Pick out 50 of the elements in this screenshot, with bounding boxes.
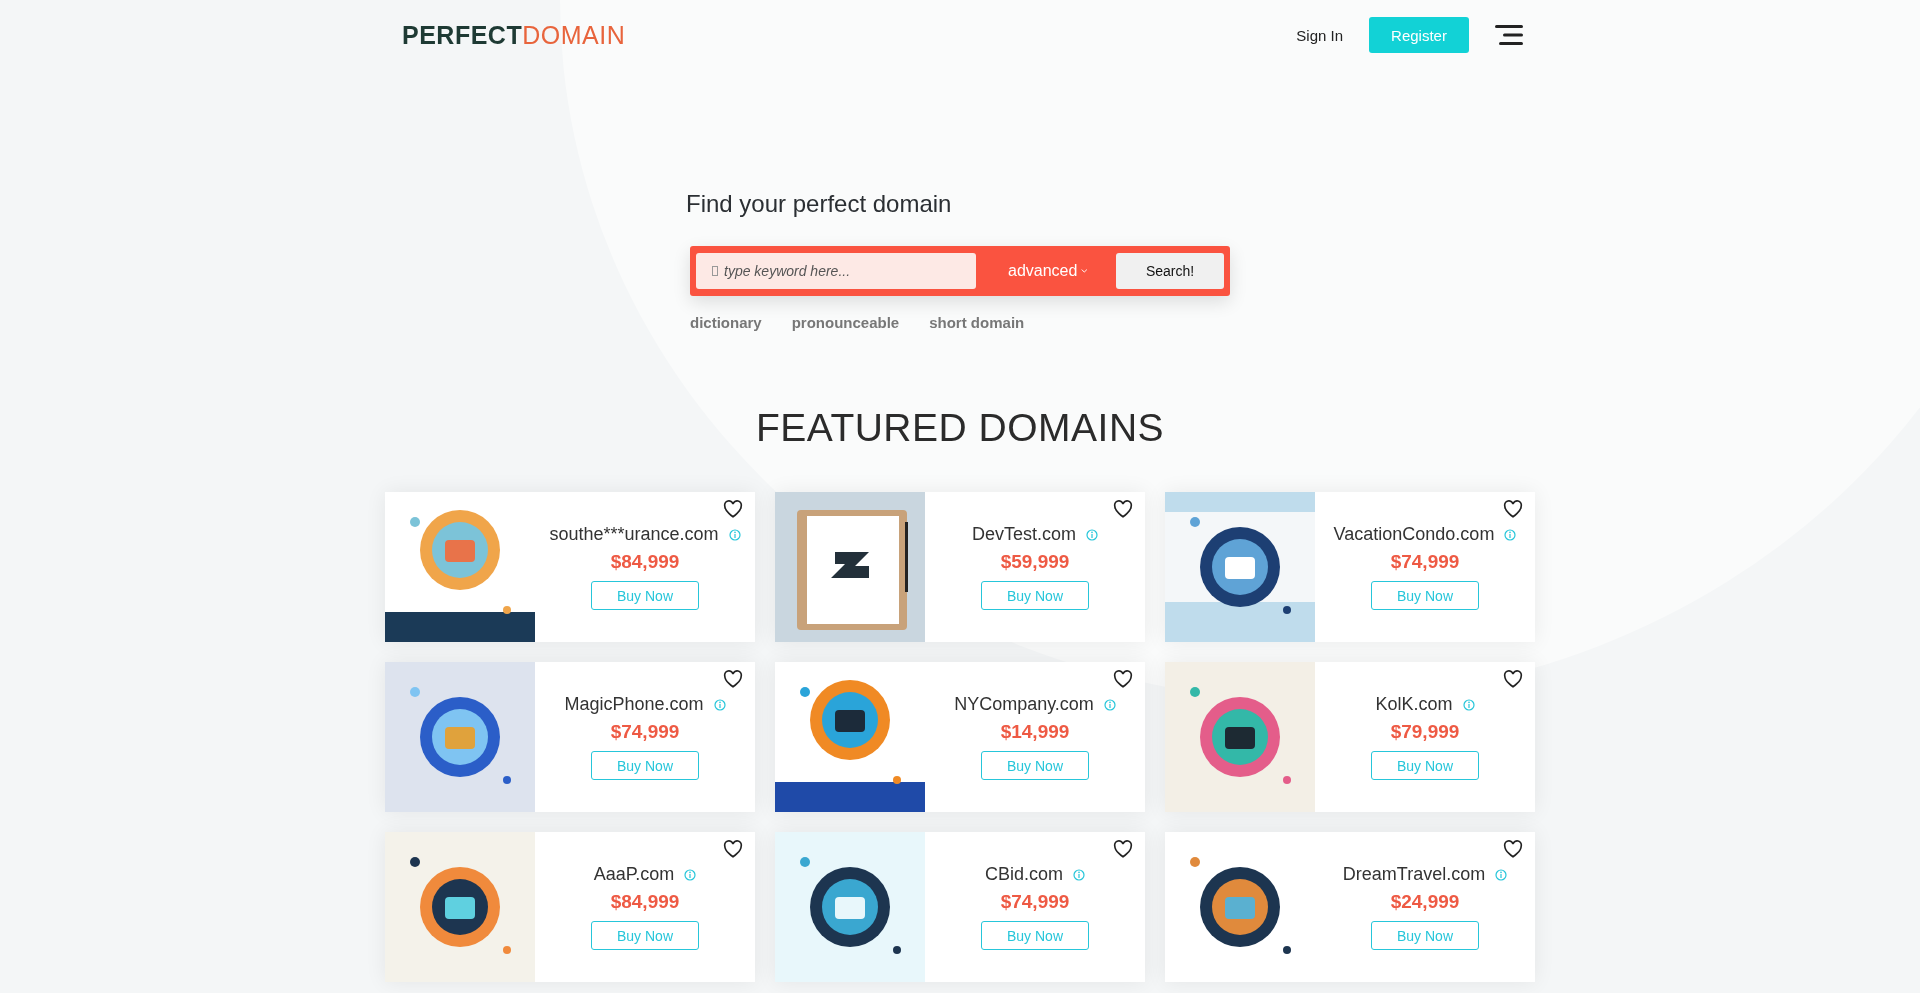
buy-now-button[interactable]: Buy Now <box>591 751 699 780</box>
search-field[interactable]: type keyword here... <box>696 253 976 289</box>
buy-now-button[interactable]: Buy Now <box>1371 751 1479 780</box>
heart-icon[interactable] <box>1503 500 1523 518</box>
register-button[interactable]: Register <box>1369 17 1469 53</box>
buy-now-button[interactable]: Buy Now <box>981 751 1089 780</box>
filter-link[interactable]: short domain <box>929 314 1025 331</box>
advanced-dropdown[interactable]: advanced <box>1002 261 1094 281</box>
heart-icon[interactable] <box>1113 840 1133 858</box>
domain-name: CBid.com <box>985 864 1063 885</box>
buy-now-button[interactable]: Buy Now <box>591 921 699 950</box>
domain-name: southe***urance.com <box>549 524 719 545</box>
domain-price: $24,999 <box>1390 891 1460 913</box>
domain-price: $84,999 <box>610 891 680 913</box>
heart-icon[interactable] <box>723 670 743 688</box>
domain-price: $59,999 <box>1000 551 1070 573</box>
heart-icon[interactable] <box>1503 840 1523 858</box>
buy-now-button[interactable]: Buy Now <box>981 581 1089 610</box>
domain-name: VacationCondo.com <box>1333 524 1495 545</box>
domain-name: AaaP.com <box>593 864 675 885</box>
filter-link[interactable]: pronounceable <box>791 314 900 331</box>
domain-price: $74,999 <box>610 721 680 743</box>
domain-name: NYCompany.com <box>954 694 1094 715</box>
hero-title: Find your perfect domain <box>686 190 953 218</box>
menu-icon[interactable] <box>1495 25 1523 45</box>
heart-icon[interactable] <box>1113 500 1133 518</box>
caret-icon <box>1081 268 1088 274</box>
heart-icon[interactable] <box>1113 670 1133 688</box>
domain-price: $84,999 <box>610 551 680 573</box>
domain-name: DevTest.com <box>972 524 1076 545</box>
domain-price: $14,999 <box>1000 721 1070 743</box>
domain-price: $74,999 <box>1390 551 1460 573</box>
sign-in-link[interactable]: Sign In <box>1296 26 1343 44</box>
buy-now-button[interactable]: Buy Now <box>591 581 699 610</box>
heart-icon[interactable] <box>723 500 743 518</box>
section-title: FEATURED DOMAINS <box>754 406 1166 450</box>
filter-link[interactable]: dictionary <box>690 314 762 331</box>
domain-price: $79,999 <box>1390 721 1460 743</box>
domain-price: $74,999 <box>1000 891 1070 913</box>
buy-now-button[interactable]: Buy Now <box>1371 581 1479 610</box>
logo[interactable]: PERFECTDOMAIN <box>402 20 626 50</box>
domain-name: DreamTravel.com <box>1342 864 1486 885</box>
placeholder-icon <box>712 266 718 276</box>
buy-now-button[interactable]: Buy Now <box>981 921 1089 950</box>
heart-icon[interactable] <box>723 840 743 858</box>
domain-name: KolK.com <box>1375 694 1453 715</box>
buy-now-button[interactable]: Buy Now <box>1371 921 1479 950</box>
search-button[interactable]: Search! <box>1116 253 1224 289</box>
domain-name: MagicPhone.com <box>564 694 704 715</box>
heart-icon[interactable] <box>1503 670 1523 688</box>
